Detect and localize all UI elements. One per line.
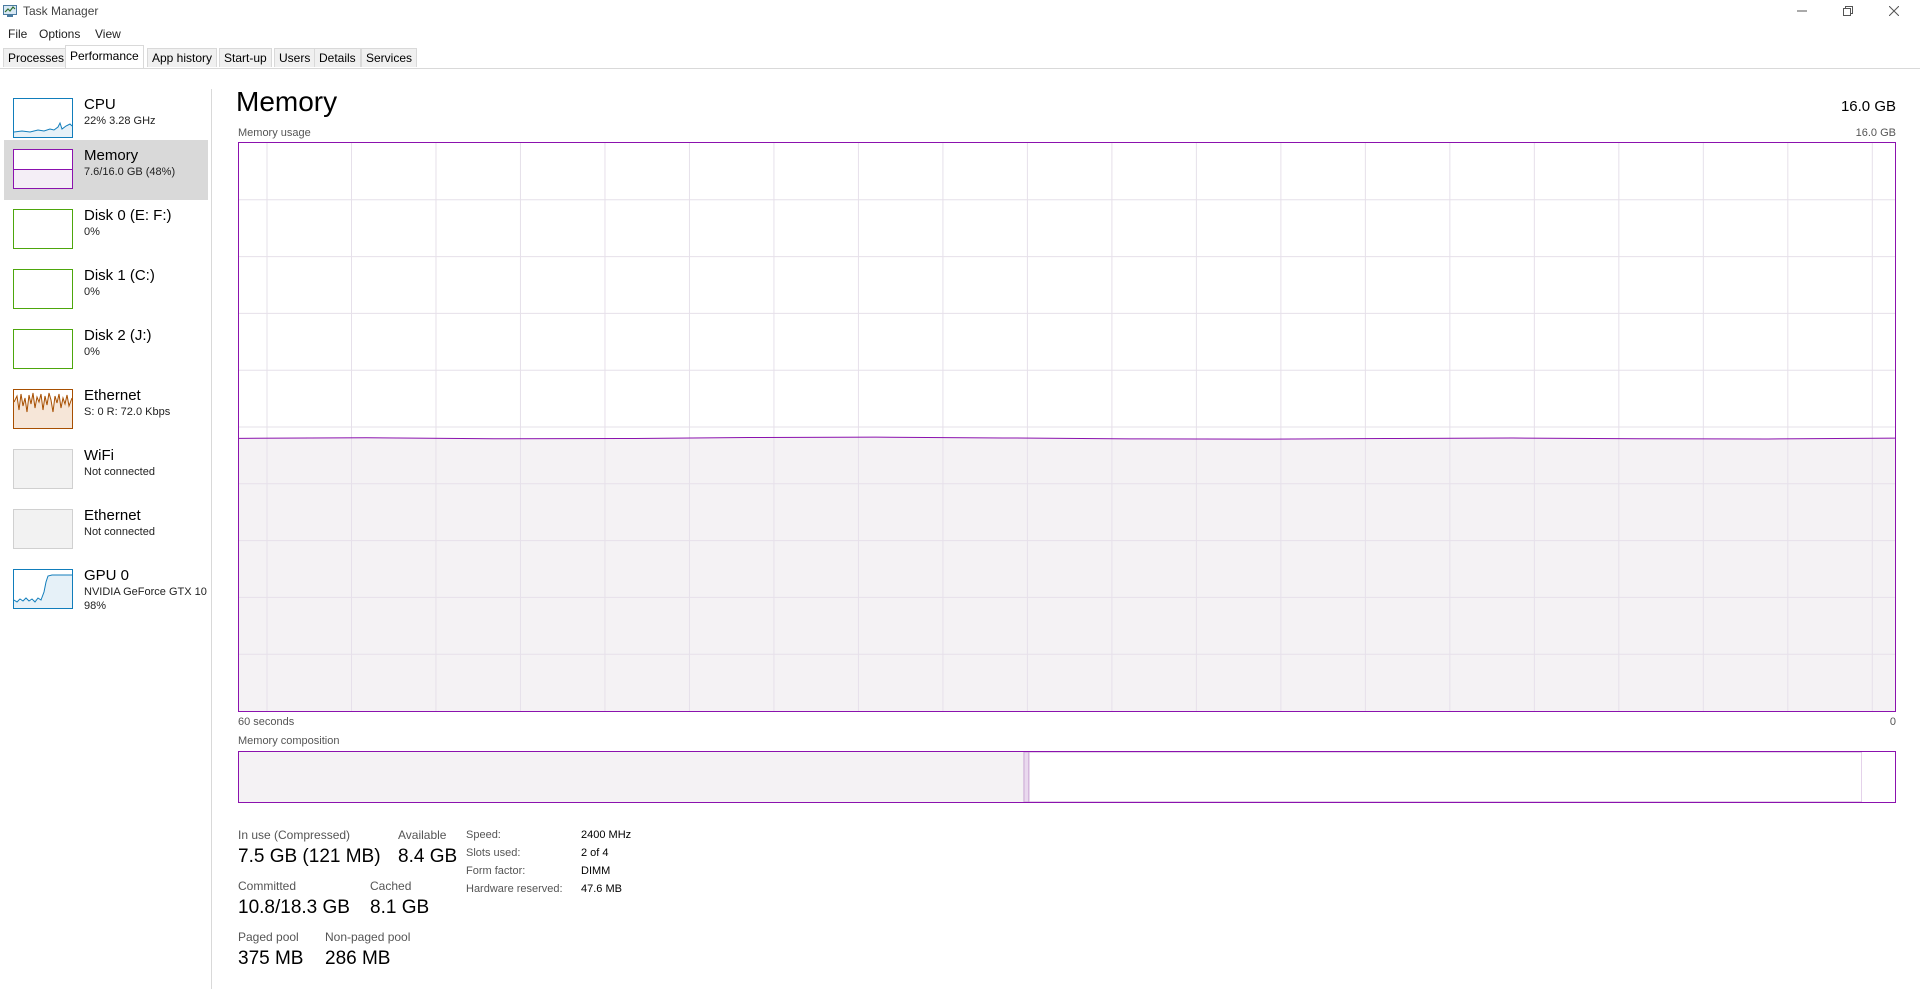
paged-pool-value: 375 MB [238,948,304,969]
sidebar-item-memory[interactable]: Memory 7.6/16.0 GB (48%) [4,140,208,200]
gpu-0-thumbnail [13,569,73,609]
composition-in-use [239,752,1024,802]
available-value: 8.4 GB [398,846,458,867]
memory-usage-max: 16.0 GB [1855,127,1896,139]
performance-sidebar: CPU 22% 3.28 GHz Memory 7.6/16.0 GB (48%… [0,89,212,989]
memory-usage-graph [238,142,1896,712]
time-axis-start: 60 seconds [238,716,295,728]
tab-users[interactable]: Users [274,48,316,67]
non-paged-pool-value: 286 MB [325,948,391,969]
sidebar-item-detail: Not connected [84,466,155,478]
disk-0-thumbnail [13,209,73,249]
sidebar-item-label: GPU 0 [84,567,130,584]
usage-line [238,436,1896,440]
sidebar-item-detail: 7.6/16.0 GB (48%) [84,166,176,178]
sidebar-item-disk-2[interactable]: Disk 2 (J:) 0% [4,320,208,380]
page-title: Memory [236,86,338,117]
disk-2-thumbnail [13,329,73,369]
tab-services[interactable]: Services [361,48,418,67]
memory-composition-chart [239,751,1895,803]
tab-processes[interactable]: Processes [3,48,70,67]
speed-value: 2400 MHz [581,829,632,841]
composition-modified [1023,751,1030,803]
cached-value: 8.1 GB [370,897,430,918]
cpu-thumbnail [13,98,73,138]
sidebar-item-detail: 0% [84,286,100,298]
sidebar-item-detail: S: 0 R: 72.0 Kbps [84,406,171,418]
sidebar-item-label: WiFi [84,447,114,464]
sidebar-item-label: Disk 0 (E: F:) [84,207,172,224]
in-use-value: 7.5 GB (121 MB) [238,846,381,867]
window-title: Task Manager [23,4,99,18]
form-factor-label: Form factor: [466,865,526,877]
time-axis-end: 0 [1889,716,1896,728]
task-manager-icon [3,5,17,17]
sidebar-item-label: Disk 1 (C:) [84,267,155,284]
composition-standby [1028,751,1863,803]
tab-performance[interactable]: Performance [65,45,144,68]
paged-pool-label: Paged pool [238,930,299,944]
cached-label: Cached [370,879,412,893]
sidebar-item-wifi[interactable]: WiFi Not connected [4,440,208,500]
tab-app-history[interactable]: App history [147,48,218,67]
ethernet-sparkline [14,392,72,428]
sidebar-item-label: CPU [84,96,116,113]
in-use-label: In use (Compressed) [238,828,351,842]
close-button[interactable] [1872,0,1916,22]
tab-bar: Processes Performance App history Start-… [0,45,1920,69]
wifi-thumbnail [13,449,73,489]
cpu-sparkline [14,121,72,137]
tab-start-up[interactable]: Start-up [219,48,272,67]
minimize-button[interactable] [1780,0,1824,22]
close-icon [1889,6,1899,16]
slots-used-label: Slots used: [466,847,521,859]
sidebar-item-disk-1[interactable]: Disk 1 (C:) 0% [4,260,208,320]
sidebar-item-detail-2: 98% [84,600,107,612]
slots-used-value: 2 of 4 [581,847,609,859]
non-paged-pool-label: Non-paged pool [325,930,411,944]
memory-composition-bar [238,751,1896,803]
sidebar-item-detail: 0% [84,346,100,358]
composition-free [1861,752,1895,802]
memory-thumb-fill [14,168,72,188]
restore-button[interactable] [1826,0,1870,22]
ethernet-2-thumbnail [13,509,73,549]
sidebar-item-disk-0[interactable]: Disk 0 (E: F:) 0% [4,200,208,260]
sidebar-item-label: Disk 2 (J:) [84,327,152,344]
hardware-reserved-label: Hardware reserved: [466,883,563,895]
menu-view[interactable]: View [95,27,121,41]
sidebar-item-detail: 22% 3.28 GHz [84,115,156,127]
hardware-reserved-value: 47.6 MB [581,883,622,895]
menu-file[interactable]: File [8,27,27,41]
minimize-icon [1797,10,1807,12]
sidebar-item-ethernet-2[interactable]: Ethernet Not connected [4,500,208,560]
sidebar-item-label: Ethernet [84,387,141,404]
form-factor-value: DIMM [581,865,611,877]
menu-options[interactable]: Options [39,27,80,41]
available-label: Available [398,828,447,842]
sidebar-item-detail: 0% [84,226,100,238]
memory-usage-chart [238,143,1896,711]
committed-label: Committed [238,879,297,893]
sidebar-item-label: Ethernet [84,507,141,524]
tab-details[interactable]: Details [314,48,361,67]
restore-icon [1843,6,1853,16]
sidebar-item-detail: Not connected [84,526,155,538]
ethernet-thumbnail [13,389,73,429]
committed-value: 10.8/18.3 GB [238,897,350,918]
sidebar-item-gpu-0[interactable]: GPU 0 NVIDIA GeForce GTX 10 98% [4,560,208,620]
memory-thumbnail [13,149,73,189]
menu-bar: File Options View [0,24,1920,44]
sidebar-item-ethernet[interactable]: Ethernet S: 0 R: 72.0 Kbps [4,380,208,440]
speed-label: Speed: [466,829,501,841]
title-bar: Task Manager [0,0,1920,24]
sidebar-item-label: Memory [84,147,139,164]
usage-area [239,437,1895,711]
disk-1-thumbnail [13,269,73,309]
memory-composition-label: Memory composition [238,735,340,747]
memory-usage-label: Memory usage [238,127,311,139]
gpu-sparkline [14,574,72,608]
total-memory: 16.0 GB [1840,98,1896,115]
sidebar-item-detail: NVIDIA GeForce GTX 10 [84,586,207,598]
